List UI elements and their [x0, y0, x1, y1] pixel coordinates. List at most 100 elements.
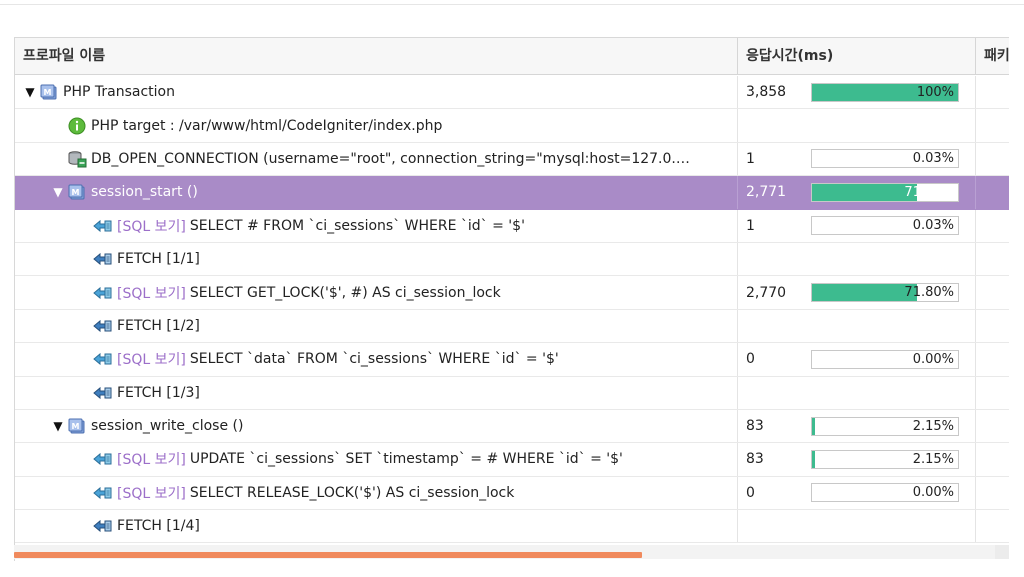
- response-percent-bar: 0.00%: [811, 349, 959, 369]
- method-icon: M: [67, 416, 87, 436]
- sql-icon: [93, 449, 113, 469]
- response-time-cell: 83 2.15%: [738, 443, 976, 476]
- svg-text:M: M: [72, 188, 80, 197]
- fetch-icon: [93, 249, 113, 269]
- sql-icon: [93, 483, 113, 503]
- response-percent-text: 0.03%: [912, 151, 954, 167]
- response-percent-text: 71.80%: [904, 285, 954, 301]
- expand-toggle-icon[interactable]: ▼: [51, 185, 65, 199]
- sql-view-link[interactable]: [SQL 보기]: [117, 283, 186, 303]
- package-cell: [976, 143, 1009, 175]
- svg-text:M: M: [44, 88, 52, 97]
- table-row[interactable]: ▼ Msession_write_close () 83 2.15%: [15, 409, 1009, 444]
- table-row[interactable]: ▼ Msession_start () 2,771 71.82%: [15, 176, 1009, 210]
- horizontal-scrollbar[interactable]: [14, 545, 995, 559]
- response-percent-text: 0.00%: [912, 351, 954, 367]
- package-cell: [976, 510, 1009, 542]
- sql-view-link[interactable]: [SQL 보기]: [117, 483, 186, 503]
- expand-toggle-icon[interactable]: ▼: [23, 85, 37, 99]
- database-icon: [67, 149, 87, 169]
- profile-name-cell: FETCH [1/3]: [15, 376, 738, 409]
- response-percent-fill: [812, 284, 917, 302]
- response-percent-text: 2.15%: [912, 418, 954, 434]
- response-percent-text: 71.82%: [904, 184, 954, 200]
- response-percent-text: 0.00%: [912, 485, 954, 501]
- table-row[interactable]: ▼ M PHP Transaction 3,858 100%: [15, 76, 1009, 110]
- package-cell: [976, 276, 1009, 308]
- profile-label: SELECT RELEASE_LOCK('$') AS ci_session_l…: [189, 484, 515, 501]
- response-time-value: 2,771: [746, 184, 787, 201]
- response-time-cell: 0 0.00%: [738, 476, 976, 510]
- profile-name-cell: DB_OPEN_CONNECTION (username="root", con…: [15, 142, 738, 176]
- response-time-value: 3,858: [746, 84, 787, 101]
- column-header-response-time[interactable]: 응답시간(ms): [738, 38, 976, 75]
- profile-name-cell: FETCH [1/4]: [15, 510, 738, 543]
- profile-label: FETCH [1/2]: [117, 317, 200, 334]
- response-time-value: 2,770: [746, 284, 787, 301]
- package-cell: [976, 477, 1009, 509]
- sql-icon: [93, 283, 113, 303]
- method-icon: M: [67, 182, 87, 202]
- table-row[interactable]: FETCH [1/3]: [15, 376, 1009, 410]
- profile-name-cell: FETCH [1/1]: [15, 242, 738, 276]
- table-row[interactable]: PHP target : /var/www/html/CodeIgniter/i…: [15, 109, 1009, 143]
- response-percent-text: 100%: [916, 84, 954, 100]
- column-header-profile-name[interactable]: 프로파일 이름: [15, 38, 738, 75]
- scrollbar-thumb[interactable]: [14, 552, 642, 558]
- response-time-cell: 83 2.15%: [738, 409, 976, 443]
- profile-label: session_write_close (): [91, 418, 244, 435]
- sql-view-link[interactable]: [SQL 보기]: [117, 449, 186, 469]
- response-time-value: 0: [746, 484, 755, 501]
- table-body: ▼ M PHP Transaction 3,858 100% PHP target : /…: [15, 76, 1009, 544]
- table-row[interactable]: [SQL 보기] UPDATE `ci_sessions` SET `timest…: [15, 443, 1009, 477]
- table-row[interactable]: [SQL 보기] SELECT RELEASE_LOCK('$') AS ci_s…: [15, 476, 1009, 511]
- package-cell: [976, 377, 1009, 409]
- table-row[interactable]: FETCH [1/1]: [15, 242, 1009, 277]
- response-percent-bar: 71.82%: [811, 182, 959, 202]
- response-time-cell: [738, 309, 976, 343]
- response-percent-text: 2.15%: [912, 451, 954, 467]
- fetch-icon: [93, 316, 113, 336]
- package-cell: [976, 443, 1009, 475]
- scrollbar-corner: [995, 545, 1009, 559]
- sql-view-link[interactable]: [SQL 보기]: [117, 216, 186, 236]
- method-icon: M: [39, 82, 59, 102]
- profile-label: FETCH [1/1]: [117, 251, 200, 268]
- column-header-package[interactable]: 패키: [976, 38, 1009, 75]
- profile-name-cell: [SQL 보기] SELECT RELEASE_LOCK('$') AS ci_s…: [15, 476, 738, 510]
- response-percent-bar: 71.80%: [811, 283, 959, 303]
- response-time-cell: [738, 376, 976, 409]
- fetch-icon: [93, 383, 113, 403]
- package-cell: [976, 176, 1009, 208]
- table-row[interactable]: [SQL 보기] SELECT GET_LOCK('$', #) AS ci_se…: [15, 276, 1009, 310]
- table-row[interactable]: FETCH [1/4]: [15, 510, 1009, 544]
- profile-label: SELECT `data` FROM `ci_sessions` WHERE `…: [189, 351, 559, 368]
- response-percent-bar: 100%: [811, 82, 959, 102]
- response-percent-fill: [812, 183, 917, 201]
- expand-toggle-icon[interactable]: ▼: [51, 419, 65, 433]
- response-time-cell: 0 0.00%: [738, 343, 976, 376]
- table-row[interactable]: DB_OPEN_CONNECTION (username="root", con…: [15, 142, 1009, 177]
- response-time-cell: 2,771 71.82%: [738, 176, 976, 209]
- package-cell: [976, 410, 1009, 442]
- profile-name-cell: [SQL 보기] UPDATE `ci_sessions` SET `timest…: [15, 443, 738, 476]
- profile-name-cell: [SQL 보기] SELECT # FROM `ci_sessions` WHER…: [15, 209, 738, 242]
- response-percent-bar: 0.00%: [811, 483, 959, 503]
- table-header: 프로파일 이름 응답시간(ms) 패키: [15, 38, 1009, 75]
- package-cell: [976, 109, 1009, 141]
- table-row[interactable]: [SQL 보기] SELECT `data` FROM `ci_sessions`…: [15, 343, 1009, 377]
- response-percent-bar: 2.15%: [811, 416, 959, 436]
- package-cell: [976, 76, 1009, 108]
- response-time-value: 1: [746, 150, 755, 167]
- table-row[interactable]: FETCH [1/2]: [15, 309, 1009, 344]
- profile-name-cell: [SQL 보기] SELECT GET_LOCK('$', #) AS ci_se…: [15, 276, 738, 309]
- package-cell: [976, 310, 1009, 342]
- info-icon: [67, 116, 87, 136]
- response-time-cell: 1 0.03%: [738, 209, 976, 242]
- profile-table: 프로파일 이름 응답시간(ms) 패키 ▼ M PHP Transaction 3,8…: [14, 37, 1009, 561]
- response-percent-bar: 2.15%: [811, 449, 959, 469]
- top-divider: [0, 4, 1024, 5]
- profile-label: UPDATE `ci_sessions` SET `timestamp` = #…: [189, 451, 623, 468]
- sql-view-link[interactable]: [SQL 보기]: [117, 349, 186, 369]
- table-row[interactable]: [SQL 보기] SELECT # FROM `ci_sessions` WHER…: [15, 209, 1009, 243]
